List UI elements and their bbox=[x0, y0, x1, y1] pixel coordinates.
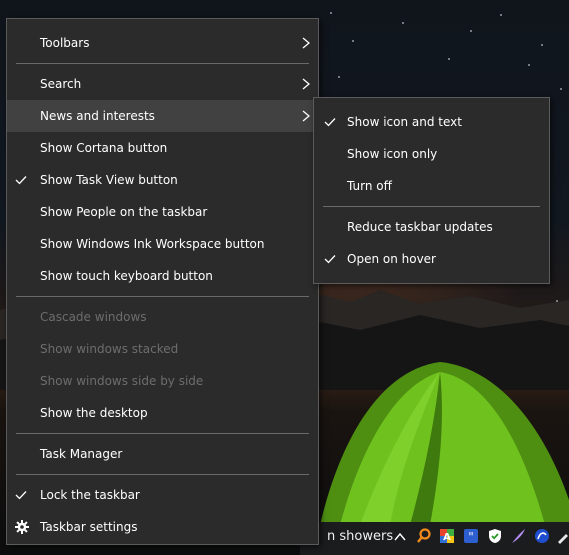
quote-app-icon[interactable]: " bbox=[463, 528, 479, 544]
submenu-item-label: Show icon and text bbox=[347, 115, 462, 129]
checkmark-icon bbox=[15, 491, 27, 500]
chevron-right-icon bbox=[302, 37, 310, 49]
menu-item-lock-the-taskbar[interactable]: Lock the taskbar bbox=[7, 479, 318, 511]
menu-item-label: Lock the taskbar bbox=[40, 488, 140, 502]
menu-separator bbox=[16, 63, 309, 64]
chevron-up-icon[interactable] bbox=[394, 531, 406, 543]
menu-item-label: Task Manager bbox=[40, 447, 123, 461]
menu-item-label: News and interests bbox=[40, 109, 155, 123]
star bbox=[338, 76, 340, 78]
menu-item-toolbars[interactable]: Toolbars bbox=[7, 27, 318, 59]
submenu-item-label: Show icon only bbox=[347, 147, 438, 161]
menu-item-label: Show windows stacked bbox=[40, 342, 179, 356]
menu-item-label: Cascade windows bbox=[40, 310, 147, 324]
blue-app-icon[interactable] bbox=[534, 528, 550, 544]
menu-item-show-touch-keyboard[interactable]: Show touch keyboard button bbox=[7, 260, 318, 292]
submenu-item-label: Turn off bbox=[347, 179, 392, 193]
menu-item-search[interactable]: Search bbox=[7, 68, 318, 100]
menu-separator bbox=[16, 296, 309, 297]
feather-app-icon[interactable] bbox=[510, 528, 526, 544]
submenu-separator bbox=[323, 206, 540, 207]
menu-item-show-windows-side-by-side: Show windows side by side bbox=[7, 365, 318, 397]
menu-item-label: Show the desktop bbox=[40, 406, 148, 420]
news-and-interests-submenu: Show icon and text Show icon only Turn o… bbox=[313, 97, 550, 284]
menu-item-show-task-view-button[interactable]: Show Task View button bbox=[7, 164, 318, 196]
checkmark-icon bbox=[15, 176, 27, 185]
menu-item-label: Show Cortana button bbox=[40, 141, 168, 155]
taskbar-context-menu: Toolbars Search News and interests Show … bbox=[6, 18, 319, 545]
security-shield-icon[interactable] bbox=[487, 528, 503, 544]
menu-item-news-and-interests[interactable]: News and interests bbox=[7, 100, 318, 132]
menu-separator bbox=[16, 474, 309, 475]
menu-item-show-people[interactable]: Show People on the taskbar bbox=[7, 196, 318, 228]
menu-item-label: Taskbar settings bbox=[40, 520, 138, 534]
menu-item-cascade-windows: Cascade windows bbox=[7, 301, 318, 333]
checkmark-icon bbox=[324, 118, 336, 127]
menu-separator bbox=[16, 433, 309, 434]
menu-item-label: Show windows side by side bbox=[40, 374, 204, 388]
svg-text:A: A bbox=[443, 532, 451, 543]
menu-item-show-windows-stacked: Show windows stacked bbox=[7, 333, 318, 365]
star bbox=[541, 44, 543, 46]
chevron-right-icon bbox=[302, 78, 310, 90]
star bbox=[352, 40, 354, 42]
star bbox=[500, 14, 502, 16]
star bbox=[528, 64, 530, 66]
menu-item-label: Search bbox=[40, 77, 82, 91]
pen-app-icon[interactable] bbox=[556, 528, 569, 544]
svg-text:": " bbox=[468, 530, 474, 544]
submenu-item-show-icon-only[interactable]: Show icon only bbox=[314, 138, 549, 170]
menu-item-show-cortana-button[interactable]: Show Cortana button bbox=[7, 132, 318, 164]
star bbox=[470, 30, 472, 32]
submenu-item-reduce-taskbar-updates[interactable]: Reduce taskbar updates bbox=[314, 211, 549, 243]
menu-item-label: Toolbars bbox=[40, 36, 90, 50]
green-tent bbox=[320, 362, 569, 525]
star bbox=[448, 58, 450, 60]
news-weather-text[interactable]: n showers bbox=[327, 529, 393, 544]
submenu-item-show-icon-and-text[interactable]: Show icon and text bbox=[314, 106, 549, 138]
submenu-item-label: Reduce taskbar updates bbox=[347, 220, 493, 234]
menu-item-label: Show Windows Ink Workspace button bbox=[40, 237, 265, 251]
magnifier-app-icon[interactable] bbox=[416, 528, 432, 544]
menu-item-taskbar-settings[interactable]: Taskbar settings bbox=[7, 511, 318, 543]
star bbox=[330, 12, 332, 14]
menu-item-label: Show touch keyboard button bbox=[40, 269, 213, 283]
menu-item-label: Show Task View button bbox=[40, 173, 178, 187]
font-app-icon[interactable]: A bbox=[439, 528, 455, 544]
gear-icon bbox=[15, 520, 29, 534]
star bbox=[402, 22, 404, 24]
menu-item-task-manager[interactable]: Task Manager bbox=[7, 438, 318, 470]
star bbox=[560, 88, 562, 90]
menu-item-show-the-desktop[interactable]: Show the desktop bbox=[7, 397, 318, 429]
chevron-right-icon bbox=[302, 110, 310, 122]
submenu-item-open-on-hover[interactable]: Open on hover bbox=[314, 243, 549, 275]
menu-item-show-windows-ink[interactable]: Show Windows Ink Workspace button bbox=[7, 228, 318, 260]
checkmark-icon bbox=[324, 255, 336, 264]
submenu-item-turn-off[interactable]: Turn off bbox=[314, 170, 549, 202]
menu-item-label: Show People on the taskbar bbox=[40, 205, 208, 219]
submenu-item-label: Open on hover bbox=[347, 252, 436, 266]
